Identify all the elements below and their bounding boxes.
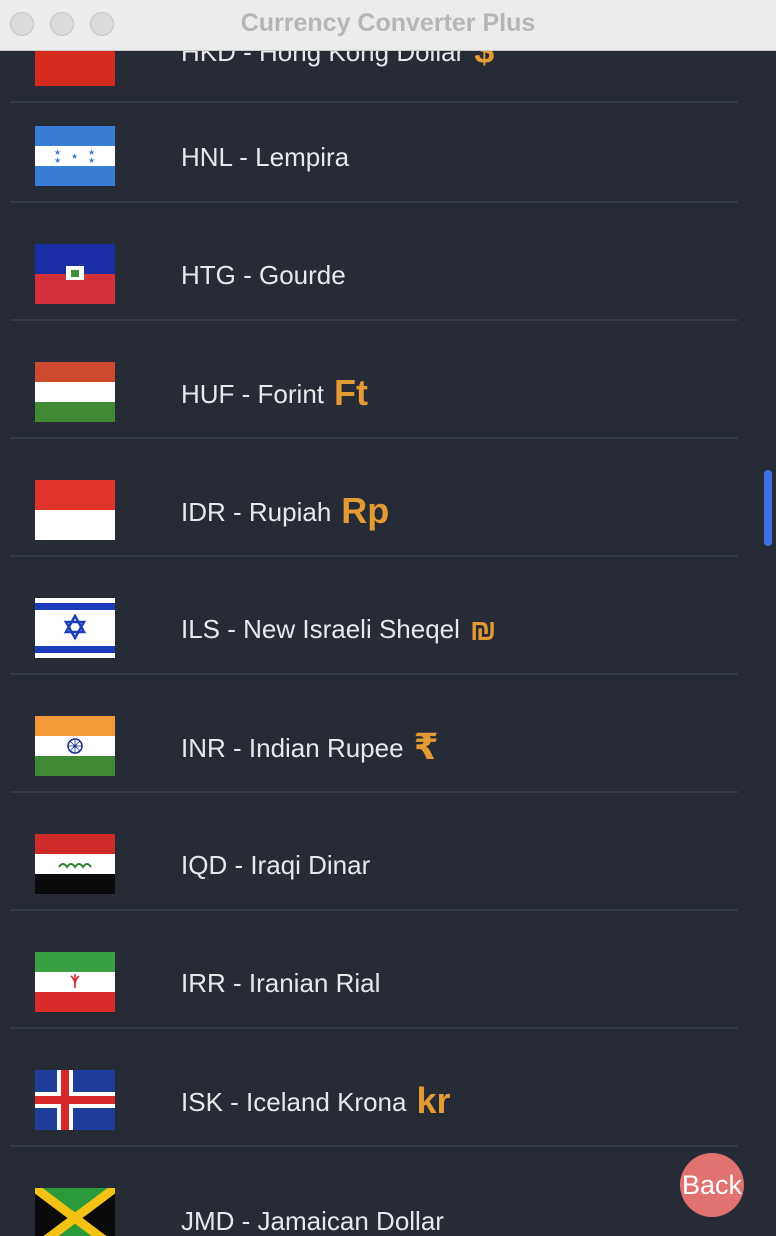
list-item-inr[interactable]: INR - Indian Rupee ₹ xyxy=(10,674,738,793)
flag-haiti-icon xyxy=(35,244,115,304)
flag-iceland-icon xyxy=(35,1070,115,1130)
list-item-idr[interactable]: IDR - Rupiah Rp xyxy=(10,438,738,557)
currency-label: ILS - New Israeli Sheqel ₪ xyxy=(181,614,497,647)
window-title: Currency Converter Plus xyxy=(240,9,536,37)
flag-indonesia-icon xyxy=(35,480,115,540)
list-item-jmd[interactable]: JMD - Jamaican Dollar xyxy=(10,1146,738,1236)
window-titlebar[interactable]: Currency Converter Plus xyxy=(0,0,776,51)
list-item-iqd[interactable]: IQD - Iraqi Dinar xyxy=(10,792,738,911)
currency-list[interactable]: HKD - Hong Kong Dollar$ ★★ ★ ★★ HNL - Le… xyxy=(0,0,776,1236)
list-item-hnl[interactable]: ★ ★ ★ ★ ★ HNL - Lempira xyxy=(10,84,738,203)
currency-label: INR - Indian Rupee ₹ xyxy=(181,726,439,767)
flag-israel-icon xyxy=(35,598,115,658)
vertical-scrollbar[interactable] xyxy=(762,50,776,1236)
flag-jamaica-icon xyxy=(35,1188,115,1236)
currency-label: HTG - Gourde xyxy=(181,260,346,290)
svg-text:★: ★ xyxy=(71,152,78,161)
flag-honduras-icon: ★ ★ ★ ★ ★ xyxy=(35,126,115,186)
currency-symbol: ₹ xyxy=(413,726,439,767)
svg-text:★: ★ xyxy=(54,156,61,165)
list-item-isk[interactable]: ISK - Iceland Krona kr xyxy=(10,1028,738,1147)
svg-text:★: ★ xyxy=(88,156,95,165)
flag-india-icon xyxy=(35,716,115,776)
scrollbar-thumb[interactable] xyxy=(764,470,772,546)
list-item-huf[interactable]: HUF - Forint Ft xyxy=(10,320,738,439)
currency-label: IQD - Iraqi Dinar xyxy=(181,850,371,880)
currency-symbol: kr xyxy=(416,1080,451,1121)
list-item-htg[interactable]: HTG - Gourde xyxy=(10,202,738,321)
currency-symbol: Ft xyxy=(334,372,368,413)
currency-label: IRR - Iranian Rial xyxy=(181,968,381,998)
currency-label: JMD - Jamaican Dollar xyxy=(181,1206,444,1236)
back-button[interactable]: Back xyxy=(680,1153,744,1217)
flag-iraq-icon xyxy=(35,834,115,894)
flag-hungary-icon xyxy=(35,362,115,422)
currency-symbol: Rp xyxy=(341,490,390,531)
list-item-irr[interactable]: IRR - Iranian Rial xyxy=(10,910,738,1029)
currency-symbol: ₪ xyxy=(469,614,497,647)
currency-label: IDR - Rupiah Rp xyxy=(181,490,390,531)
flag-iran-icon xyxy=(35,952,115,1012)
currency-label: ISK - Iceland Krona kr xyxy=(181,1080,451,1121)
currency-label: HNL - Lempira xyxy=(181,142,350,172)
currency-label: HUF - Forint Ft xyxy=(181,372,368,413)
list-item-ils[interactable]: ILS - New Israeli Sheqel ₪ xyxy=(10,556,738,675)
